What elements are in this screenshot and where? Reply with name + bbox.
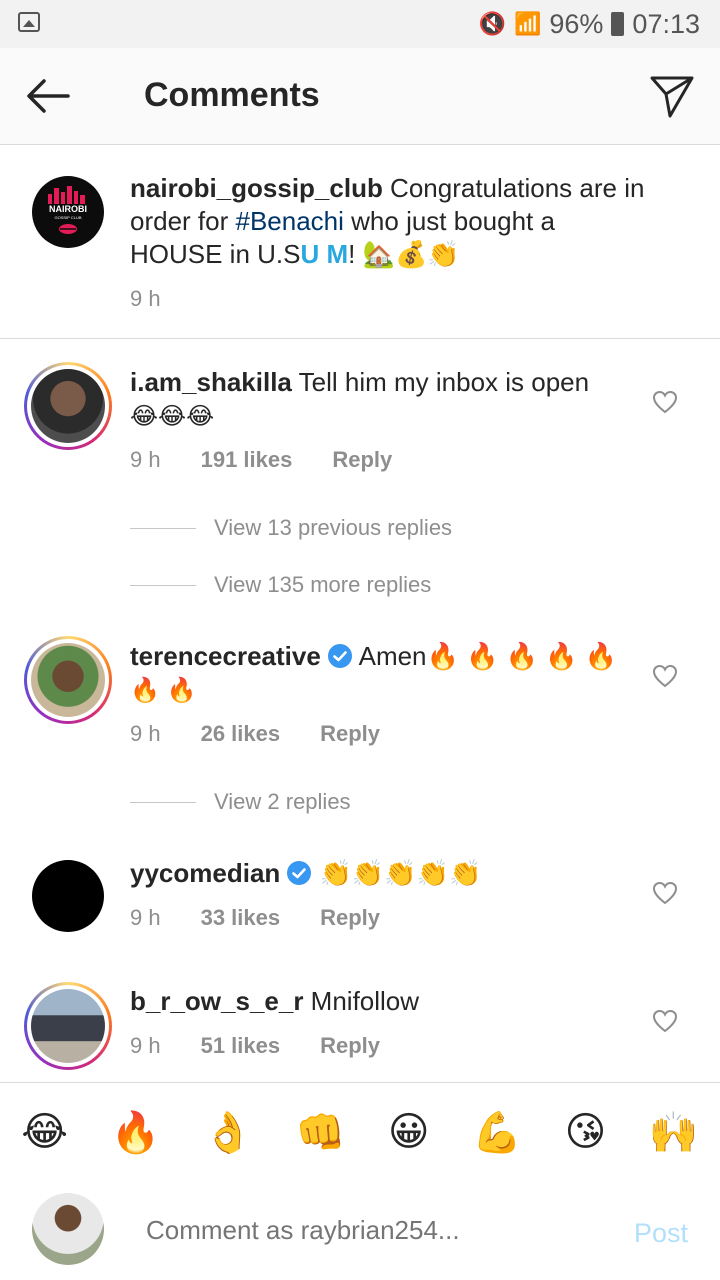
caption-part-3: ! 🏡💰👏 [348,239,460,269]
reply-button[interactable]: Reply [332,447,392,473]
post-timestamp: 9 h [130,286,161,311]
reply-button[interactable]: Reply [320,1033,380,1059]
avatar[interactable]: NAIROBI GOSSIP CLUB [32,176,104,248]
avatar[interactable] [24,982,112,1070]
status-bar: 🔇 📶 96% 07:13 [0,0,720,48]
comment-username[interactable]: terencecreative [130,641,321,671]
direct-send-icon[interactable] [648,72,696,120]
hashtag-link[interactable]: #Benachi [236,206,344,236]
header-bar: Comments [0,48,720,145]
likes-count[interactable]: 51 likes [201,1033,281,1059]
emoji-grin-button[interactable]: 😀 [388,1109,430,1155]
comment-username[interactable]: i.am_shakilla [130,367,292,397]
comment-timestamp: 9 h [130,1033,161,1058]
clock: 07:13 [632,8,700,39]
emoji-fire-button[interactable]: 🔥 [111,1109,161,1156]
verified-badge-icon [327,644,352,668]
comment-username[interactable]: b_r_ow_s_e_r [130,986,303,1016]
heart-icon[interactable] [652,881,678,905]
battery-icon [611,12,625,36]
comment-timestamp: 9 h [130,721,161,746]
reply-button[interactable]: Reply [320,905,380,931]
avatar[interactable] [32,860,104,932]
post-caption: NAIROBI GOSSIP CLUB nairobi_gossip_club … [0,150,720,339]
gallery-icon [18,12,40,32]
comment-text: Mnifollow [303,986,420,1016]
emoji-fist-button[interactable]: 👊 [295,1109,345,1156]
view-previous-replies[interactable]: View 13 previous replies [130,515,452,541]
comment-emoji-line: 😂😂😂 [130,403,215,430]
likes-count[interactable]: 33 likes [201,905,281,931]
avatar [32,1193,104,1265]
back-arrow-icon[interactable] [22,70,74,122]
verified-badge-icon [287,861,312,885]
comment-timestamp: 9 h [130,905,161,930]
post-button[interactable]: Post [634,1218,688,1249]
emoji-ok-hand-button[interactable]: 👌 [203,1109,253,1156]
comment-text: Amen🔥 🔥 🔥 🔥 🔥 [352,641,618,671]
comment-timestamp: 9 h [130,447,161,472]
logo-text-bottom: GOSSIP CLUB [54,215,81,220]
likes-count[interactable]: 26 likes [201,721,281,747]
comment-composer: Post [0,1180,720,1280]
comment-username[interactable]: yycomedian [130,858,280,888]
comment-input[interactable] [144,1214,588,1247]
reply-button[interactable]: Reply [320,721,380,747]
divider [130,527,196,529]
battery-level: 96% [549,8,604,39]
heart-icon[interactable] [652,1009,678,1033]
logo-text-top: NAIROBI [49,204,87,214]
wifi-icon: 📶 [513,11,542,36]
comment-text: Tell him my inbox is open [291,367,590,397]
comment-text: 👏👏👏👏👏 [312,858,482,888]
view-replies[interactable]: View 2 replies [130,789,351,815]
quick-emoji-bar: 😂 🔥 👌 👊 😀 💪 😘 🙌 [0,1082,720,1182]
avatar[interactable] [24,636,112,724]
caption-um: U M [300,239,349,269]
divider [130,801,196,803]
avatar[interactable] [24,362,112,450]
emoji-muscle-button[interactable]: 💪 [472,1109,522,1156]
emoji-kiss-button[interactable]: 😘 [565,1109,607,1155]
mute-icon: 🔇 [478,11,506,36]
post-username[interactable]: nairobi_gossip_club [130,173,383,203]
divider [130,584,196,586]
comment-emoji-line: 🔥 🔥 [130,677,197,704]
post-caption-text: nairobi_gossip_club Congratulations are … [130,172,650,271]
view-more-replies[interactable]: View 135 more replies [130,572,431,598]
likes-count[interactable]: 191 likes [201,447,293,473]
nairobi-gossip-logo: NAIROBI GOSSIP CLUB [48,186,87,234]
heart-icon[interactable] [652,664,678,688]
heart-icon[interactable] [652,390,678,414]
emoji-raised-hands-button[interactable]: 🙌 [649,1109,699,1156]
emoji-laughing-button[interactable]: 😂 [21,1109,68,1155]
page-title: Comments [144,76,320,114]
